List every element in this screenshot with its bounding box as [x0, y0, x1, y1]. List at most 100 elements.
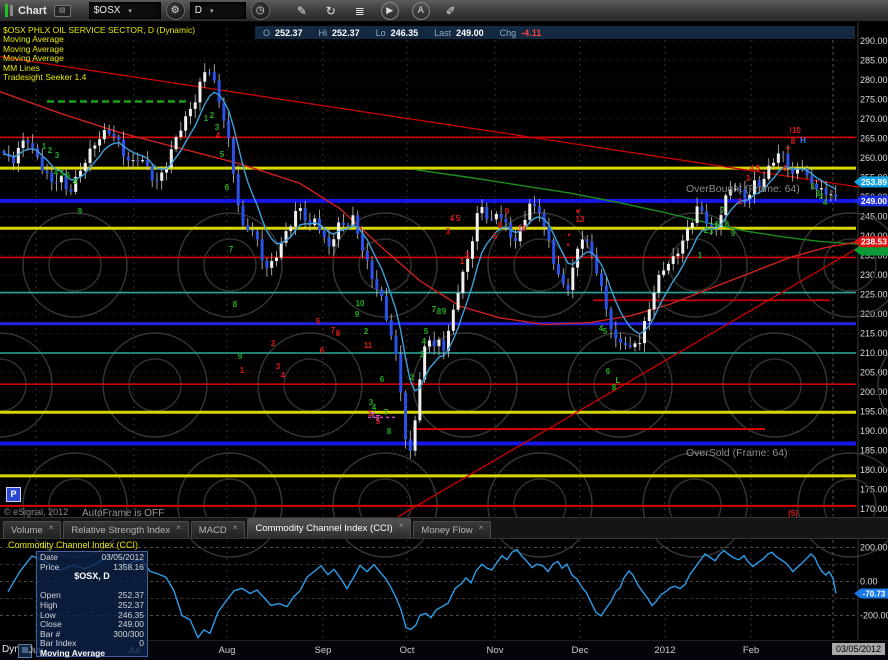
price-axis-label: 225.00	[860, 290, 888, 300]
ma-line-red	[0, 92, 858, 325]
chevron-down-icon[interactable]: ▾	[210, 7, 214, 15]
candle-body	[605, 286, 608, 309]
candle-body	[136, 160, 139, 161]
candle-body	[213, 72, 216, 80]
candle-body	[485, 207, 488, 219]
candle-body	[500, 214, 503, 219]
quote-icon: ≣	[355, 4, 365, 18]
interval-select[interactable]: D▾	[190, 2, 246, 19]
tools-button[interactable]: ✐	[439, 4, 463, 18]
candle-body	[433, 340, 436, 346]
candle-body	[198, 82, 201, 103]
price-axis-label: 260.00	[860, 153, 888, 163]
refresh-button[interactable]: ↻	[319, 4, 343, 18]
cci-axis-label: -200.00	[860, 611, 888, 621]
close-icon[interactable]: ×	[399, 521, 404, 530]
seeker-marker: 4	[450, 214, 455, 223]
seeker-marker: 2	[364, 327, 369, 336]
close-icon[interactable]: ×	[176, 523, 181, 532]
seeker-marker: 2	[410, 373, 415, 382]
candle-body	[361, 234, 364, 251]
price-axis-label: 270.00	[860, 114, 888, 124]
seeker-marker: 1	[240, 366, 245, 375]
seeker-marker: 6	[66, 171, 71, 180]
candle-body	[31, 143, 34, 148]
tab-relative-strength-index[interactable]: Relative Strength Index×	[63, 521, 188, 538]
candle-body	[547, 227, 550, 240]
candle-body	[767, 166, 770, 179]
seeker-marker: 6	[783, 164, 788, 173]
interval-value: D	[195, 5, 202, 16]
tab-label: Money Flow	[421, 525, 472, 536]
candle-body	[342, 222, 345, 225]
seeker-marker: 6	[606, 367, 611, 376]
chart-badge-icon: ▤	[54, 5, 71, 17]
candle-body	[825, 188, 828, 195]
chart-window: 170.00175.00180.00185.00190.00195.00200.…	[0, 0, 888, 659]
symbol-settings-button[interactable]: ⚙	[166, 1, 185, 20]
candle-body	[495, 214, 498, 219]
background-circle	[49, 239, 101, 291]
seeker-marker: 1	[738, 197, 743, 206]
candle-body	[610, 309, 613, 329]
candle-body	[557, 264, 560, 274]
overbought-label: OverBought (Frame: 64)	[686, 183, 800, 195]
candle-body	[237, 174, 240, 206]
candle-body	[160, 173, 163, 181]
candle-body	[270, 261, 273, 268]
close-icon[interactable]: ×	[479, 523, 484, 532]
seeker-marker: 9	[442, 307, 447, 316]
data-window-row: Close249.00	[40, 620, 144, 630]
price-badge-value: 253.89	[861, 177, 887, 187]
play-icon: ▶	[386, 5, 393, 15]
candle-body	[328, 237, 331, 246]
candle-body	[528, 204, 531, 220]
chevron-down-icon[interactable]: ▾	[128, 7, 132, 15]
candle-body	[571, 268, 574, 290]
seeker-marker: 4	[54, 168, 59, 177]
auto-button[interactable]: A	[412, 2, 430, 20]
candle-body	[385, 296, 388, 320]
time-axis-label: Dec	[563, 645, 597, 656]
candle-body	[141, 160, 144, 161]
seeker-marker: 2	[210, 111, 215, 120]
candle-body	[222, 103, 225, 121]
candle-body	[332, 239, 335, 246]
candle-body	[414, 420, 417, 450]
auto-icon: A	[418, 5, 424, 15]
tab-label: Volume	[11, 525, 43, 536]
tab-volume[interactable]: Volume ×	[3, 521, 61, 538]
quote-board-button[interactable]: ≣	[348, 4, 372, 18]
candle-body	[261, 239, 264, 260]
tab-macd[interactable]: MACD×	[191, 521, 246, 538]
candle-body	[476, 213, 479, 241]
close-icon[interactable]: ×	[49, 523, 54, 532]
candle-body	[175, 137, 178, 149]
play-button[interactable]: ▶	[381, 2, 399, 20]
candle-body	[567, 284, 570, 290]
candle-body	[796, 169, 799, 173]
candle-body	[667, 264, 670, 271]
price-axis-label: 190.00	[860, 426, 888, 436]
candle-body	[347, 225, 350, 226]
candle-body	[227, 121, 230, 139]
data-window-row: Price1358.16	[40, 563, 144, 573]
toolbar: Chart ▤ $OSX▾ ⚙ D▾ ◷ ✎ ↻ ≣ ▶ A ✐	[0, 0, 888, 22]
cci-badge-value: -70.73	[863, 590, 886, 599]
candle-body	[184, 116, 187, 130]
candle-body	[132, 160, 135, 161]
candle-body	[681, 241, 684, 254]
draw-button[interactable]: ✎	[290, 4, 314, 18]
tab-commodity-channel-index-cci-[interactable]: Commodity Channel Index (CCI)×	[247, 518, 411, 538]
seeker-marker: 6	[380, 375, 385, 384]
seeker-marker: 5	[316, 317, 321, 326]
candle-body	[676, 254, 679, 257]
time-settings-button[interactable]: ◷	[251, 1, 270, 20]
price-axis-label: 275.00	[860, 95, 888, 105]
candle-body	[89, 149, 92, 163]
close-icon[interactable]: ×	[233, 523, 238, 532]
candle-body	[600, 273, 603, 286]
tab-money-flow[interactable]: Money Flow ×	[413, 521, 491, 538]
symbol-input[interactable]: $OSX▾	[89, 2, 161, 19]
candle-body	[375, 279, 378, 289]
